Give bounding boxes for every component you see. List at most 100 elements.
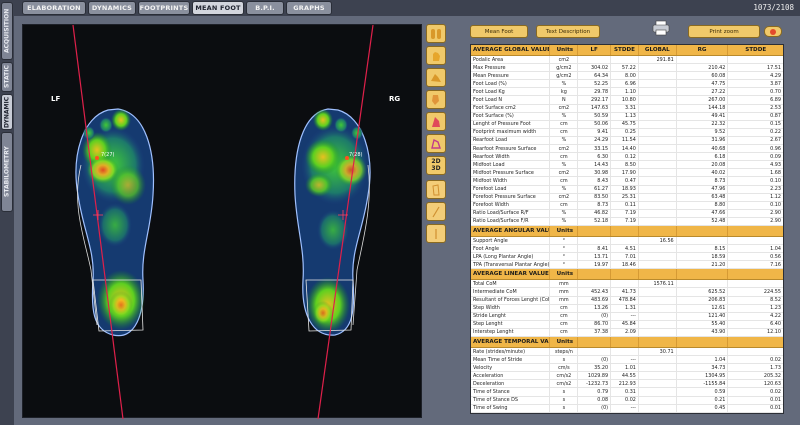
table-cell: 0.01 [770,405,781,412]
table-cell: 47.96 [677,185,729,193]
frame-counter: 1073/2108 [753,3,794,12]
tab-mean-foot[interactable]: MEAN FOOT [192,1,244,15]
table-cell [611,348,639,356]
table-row: TPA (Transversal Plantar Angle) ° 19.97 18.… [471,261,783,270]
table-row: Foot Load N N 292.17 10.80 267.00 6.89 [471,96,783,105]
table-cell: % [550,161,579,169]
table-cell: 45.75 [611,120,639,128]
table-row: Ratio Load/Surface R/F% 46.82 7.19 47.66 2.9… [471,209,783,218]
table-cell: % [550,185,579,193]
foot-side-icon [431,73,441,82]
foot-view-tool-button-5[interactable] [426,112,446,131]
table-cell: 6.30 [578,153,612,161]
foot-view-tool-button-2[interactable] [426,46,446,65]
toggle-2d-3d-button[interactable]: 2D 3D [426,156,446,175]
measurement-table: AVERAGE GLOBAL VALUE Units LF STDDE GLOBAL RG… [470,44,784,414]
table-cell: 83.50 [578,193,612,201]
tab-dynamics[interactable]: DYNAMICS [88,1,136,15]
table-cell: cm2 [550,169,579,177]
2d-3d-icon: 2D 3D [431,158,441,172]
table-cell: 0.31 [611,388,639,396]
foot-view-icon [431,28,441,39]
table-cell: 2.23 [770,186,781,193]
print-icon[interactable] [652,20,670,36]
table-cell: Forefoot Load [471,185,551,193]
foot-view-tool-button-9[interactable] [426,202,446,221]
table-cell [639,64,677,72]
pressure-map-canvas [72,25,374,419]
table-cell: 8.00 [611,72,639,80]
table-cell: 4.29 [770,72,781,79]
table-cell: 8.41 [578,245,612,253]
table-cell: 1.23 [770,305,781,312]
table-cell: 0.01 [770,397,781,404]
column-header [677,337,729,347]
table-cell: 8.43 [578,177,612,185]
table-cell: % [550,136,579,145]
table-cell: Mean Pressure [471,72,551,80]
side-tab-stabilometry[interactable]: STABILOMETRY [1,132,13,212]
column-header [728,269,783,279]
foot-view-tool-button-3[interactable] [426,68,446,87]
table-cell: 478.84 [611,296,639,304]
label-3d: 3D [431,164,441,172]
table-cell: cm [550,177,579,185]
print-zoom-button[interactable]: Print zoom [688,25,760,38]
table-cell: cm2 [550,104,579,112]
table-row: Step Lenght cm 86.70 45.84 55.40 6.40 [471,320,783,329]
table-row: Rearfoot Pressure Surface cm2 33.15 14.40 40… [471,145,783,154]
mean-foot-button[interactable]: Mean Foot [470,25,528,38]
table-cell: s [550,404,579,412]
table-cell: Step Width [471,304,551,312]
table-cell: 1.13 [611,112,639,120]
column-header: STDDE [611,45,639,55]
foot-view-tool-button-6[interactable] [426,134,446,153]
table-cell: 55.40 [677,320,729,328]
table-cell [639,169,677,177]
column-header [728,337,783,347]
table-cell [639,304,677,312]
table-cell: ° [550,253,579,261]
table-cell [639,296,677,304]
table-cell [728,348,783,355]
table-cell: 0.15 [770,121,781,128]
table-section-header: AVERAGE LINEAR VALUES Units [471,269,783,281]
table-cell: Mean Time of Stride [471,356,551,364]
table-cell: 291.81 [639,56,677,64]
table-cell: 2.90 [770,210,781,217]
table-cell: 13.71 [578,253,612,261]
table-cell: s [550,396,579,404]
foot-view-tool-button-10[interactable] [426,224,446,243]
table-cell [639,312,677,320]
side-tab-acquisition[interactable]: ACQUISITION [1,2,13,60]
table-cell: 1.73 [770,364,781,371]
table-cell: cm [550,320,579,328]
foot-outline-icon [431,138,441,149]
table-cell: 47.66 [677,209,729,217]
side-tab-static[interactable]: STATIC [1,62,13,92]
tab-footprints[interactable]: FOOTPRINTS [138,1,190,15]
table-cell: % [550,209,579,217]
table-cell: Forefoot Width [471,201,551,209]
table-cell: ° [550,261,579,269]
table-cell [639,328,677,336]
table-cell: 8.80 [677,201,729,209]
foot-view-tool-button-8[interactable] [426,180,446,199]
footprint-pressure-map[interactable]: LF RG 7(27) 7(28) [22,24,422,419]
table-cell [728,237,783,244]
table-cell: Stride Lenght [471,312,551,320]
table-section-header: AVERAGE GLOBAL VALUE Units LF STDDE GLOBAL RG… [471,45,783,56]
text-description-button[interactable]: Text Description [536,25,600,38]
table-cell: 0.10 [770,202,781,209]
side-tab-dynamic[interactable]: DYNAMIC [1,94,13,130]
foot-view-tool-button-1[interactable] [426,24,446,43]
table-cell: 0.79 [578,388,612,396]
tab-bpi[interactable]: B.P.I. [246,1,284,15]
close-button[interactable] [764,26,782,37]
table-cell [728,280,783,287]
column-header: LF [578,45,612,55]
table-cell: cm2 [550,145,579,153]
tab-elaboration[interactable]: ELABORATION [22,1,86,15]
tab-graphs[interactable]: GRAPHS [286,1,332,15]
foot-view-tool-button-4[interactable] [426,90,446,109]
